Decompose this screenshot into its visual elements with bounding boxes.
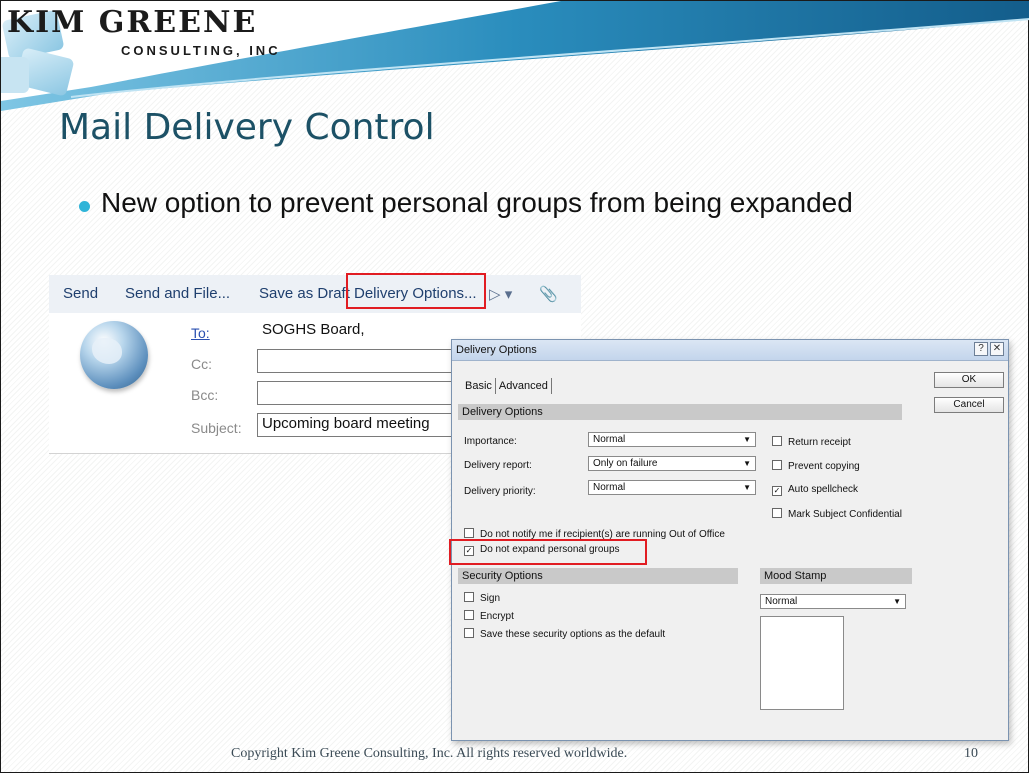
checkbox-icon xyxy=(772,508,782,518)
delivery-priority-value: Normal xyxy=(593,482,626,493)
bullet-icon xyxy=(79,201,90,212)
checkbox-icon xyxy=(464,592,474,602)
encrypt-checkbox[interactable]: Encrypt xyxy=(464,610,514,622)
mark-subject-confidential-checkbox[interactable]: Mark Subject Confidential xyxy=(772,508,902,520)
delivery-report-select[interactable]: Only on failure ▼ xyxy=(588,456,756,471)
mood-stamp-value: Normal xyxy=(765,596,798,607)
sign-checkbox[interactable]: Sign xyxy=(464,592,500,604)
sign-label: Sign xyxy=(480,593,501,604)
dialog-title: Delivery Options xyxy=(456,344,537,356)
delivery-options-section-header: Delivery Options xyxy=(458,404,902,420)
importance-label: Importance: xyxy=(464,436,517,447)
delivery-priority-label: Delivery priority: xyxy=(464,486,536,497)
bullet-text: New option to prevent personal groups fr… xyxy=(101,187,853,218)
dialog-titlebar: Delivery Options ? ✕ xyxy=(452,340,1008,361)
company-logo-subtitle: CONSULTING, INC xyxy=(121,43,281,58)
auto-spellcheck-checkbox[interactable]: ✓ Auto spellcheck xyxy=(772,484,858,496)
cc-label: Cc: xyxy=(191,356,212,372)
send-and-file-button[interactable]: Send and File... xyxy=(125,285,230,302)
checkbox-icon xyxy=(464,528,474,538)
mood-stamp-section-title: Mood Stamp xyxy=(764,570,827,582)
prevent-copying-label: Prevent copying xyxy=(788,461,860,472)
dialog-tabs: Basic Advanced xyxy=(462,378,552,394)
checkbox-icon xyxy=(464,610,474,620)
security-options-section-header: Security Options xyxy=(458,568,738,584)
mail-toolbar: Send Send and File... Save as Draft Deli… xyxy=(49,275,581,314)
return-receipt-checkbox[interactable]: Return receipt xyxy=(772,436,851,448)
checkbox-icon xyxy=(772,436,782,446)
chevron-down-icon: ▼ xyxy=(743,483,751,492)
delivery-priority-select[interactable]: Normal ▼ xyxy=(588,480,756,495)
tab-advanced[interactable]: Advanced xyxy=(496,378,552,394)
company-logo-name: KIM GREENE xyxy=(7,5,258,40)
importance-select[interactable]: Normal ▼ xyxy=(588,432,756,447)
chevron-down-icon: ▼ xyxy=(743,459,751,468)
save-security-default-label: Save these security options as the defau… xyxy=(480,629,666,640)
no-expand-groups-highlight xyxy=(449,539,647,565)
chevron-down-icon: ▼ xyxy=(743,435,751,444)
checkbox-icon xyxy=(772,460,782,470)
to-label[interactable]: To: xyxy=(191,325,210,341)
bcc-label: Bcc: xyxy=(191,387,219,403)
help-button[interactable]: ? xyxy=(974,342,988,356)
delivery-report-value: Only on failure xyxy=(593,458,658,469)
save-security-default-checkbox[interactable]: Save these security options as the defau… xyxy=(464,628,665,640)
security-options-section-title: Security Options xyxy=(462,570,543,582)
checkbox-icon xyxy=(464,628,474,638)
checkbox-icon: ✓ xyxy=(772,486,782,496)
follow-up-flag-icon[interactable]: ▷ ▾ xyxy=(489,285,512,303)
chevron-down-icon: ▼ xyxy=(893,597,901,606)
auto-spellcheck-label: Auto spellcheck xyxy=(788,484,859,495)
delivery-report-label: Delivery report: xyxy=(464,460,532,471)
delivery-options-highlight xyxy=(346,273,486,309)
mood-stamp-section-header: Mood Stamp xyxy=(760,568,912,584)
footer-copyright: Copyright Kim Greene Consulting, Inc. Al… xyxy=(231,746,628,761)
ok-button[interactable]: OK xyxy=(934,372,1004,388)
prevent-copying-checkbox[interactable]: Prevent copying xyxy=(772,460,860,472)
slide-title: Mail Delivery Control xyxy=(59,107,435,148)
encrypt-label: Encrypt xyxy=(480,611,514,622)
page-number: 10 xyxy=(964,746,978,761)
mark-subject-confidential-label: Mark Subject Confidential xyxy=(788,509,902,520)
save-as-draft-button[interactable]: Save as Draft xyxy=(259,285,350,302)
return-receipt-label: Return receipt xyxy=(788,437,851,448)
close-button[interactable]: ✕ xyxy=(990,342,1004,356)
cancel-button[interactable]: Cancel xyxy=(934,397,1004,413)
slide: KIM GREENE CONSULTING, INC Mail Delivery… xyxy=(0,0,1029,773)
delivery-options-section-title: Delivery Options xyxy=(462,406,543,418)
subject-label: Subject: xyxy=(191,420,242,436)
attach-icon[interactable]: 📎 xyxy=(539,285,558,303)
tab-basic[interactable]: Basic xyxy=(462,378,496,394)
send-button[interactable]: Send xyxy=(63,285,98,302)
mood-stamp-preview xyxy=(760,616,844,710)
mood-stamp-select[interactable]: Normal ▼ xyxy=(760,594,906,609)
importance-value: Normal xyxy=(593,434,626,445)
